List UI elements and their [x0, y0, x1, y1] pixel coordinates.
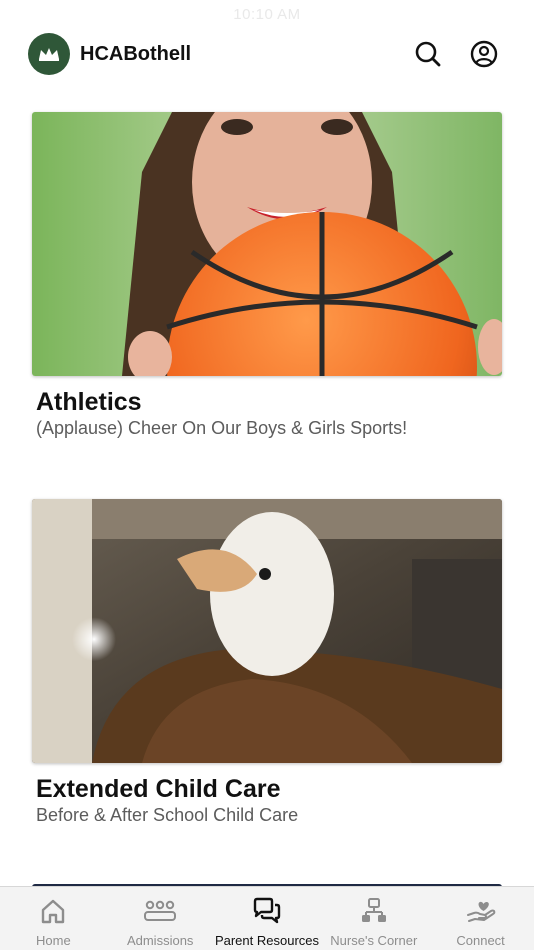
card-subtitle: Before & After School Child Care: [36, 805, 299, 825]
resource-feed: Athletics (Applause) Cheer On Our Boys &…: [32, 112, 502, 904]
tab-nurses-corner[interactable]: Nurse's Corner: [320, 887, 427, 950]
card-title: Athletics: [36, 388, 142, 416]
app-logo[interactable]: [28, 33, 70, 75]
crown-icon: [39, 48, 59, 61]
group-icon: [144, 900, 177, 921]
tab-connect[interactable]: Connect: [427, 887, 534, 950]
account-button[interactable]: [468, 38, 500, 70]
card-subtitle: (Applause) Cheer On Our Boys & Girls Spo…: [36, 418, 408, 438]
home-icon: [42, 899, 65, 924]
app-title: HCABothell: [80, 43, 192, 65]
status-time: 10:10 AM: [233, 6, 301, 23]
org-chart-icon: [361, 898, 386, 922]
athletics-image[interactable]: [32, 112, 502, 376]
card-extended-child-care[interactable]: Extended Child Care Before & After Schoo…: [32, 499, 502, 826]
tab-parent-resources[interactable]: Parent Resources: [214, 887, 321, 950]
tab-label: Connect: [456, 933, 505, 948]
hand-heart-icon: [466, 901, 495, 922]
search-button[interactable]: [412, 38, 444, 70]
card-title: Extended Child Care: [36, 775, 281, 803]
tab-label: Admissions: [126, 933, 194, 948]
tab-label: Home: [36, 933, 71, 948]
card-athletics[interactable]: Athletics (Applause) Cheer On Our Boys &…: [32, 112, 502, 439]
tab-admissions[interactable]: Admissions: [107, 887, 214, 950]
child-care-image[interactable]: [32, 499, 502, 763]
bottom-tab-bar: Home Admissions Parent Resources Nurse's…: [0, 886, 534, 950]
tab-label: Parent Resources: [214, 933, 320, 948]
eagle-mascot-photo: [32, 499, 502, 763]
user-circle-icon: [470, 40, 498, 68]
tab-label: Nurse's Corner: [330, 933, 418, 948]
basketball-photo: [32, 112, 502, 376]
chat-bubbles-icon: [253, 897, 281, 924]
search-icon: [415, 41, 441, 67]
app-header: HCABothell: [0, 30, 534, 80]
tab-home[interactable]: Home: [0, 887, 107, 950]
